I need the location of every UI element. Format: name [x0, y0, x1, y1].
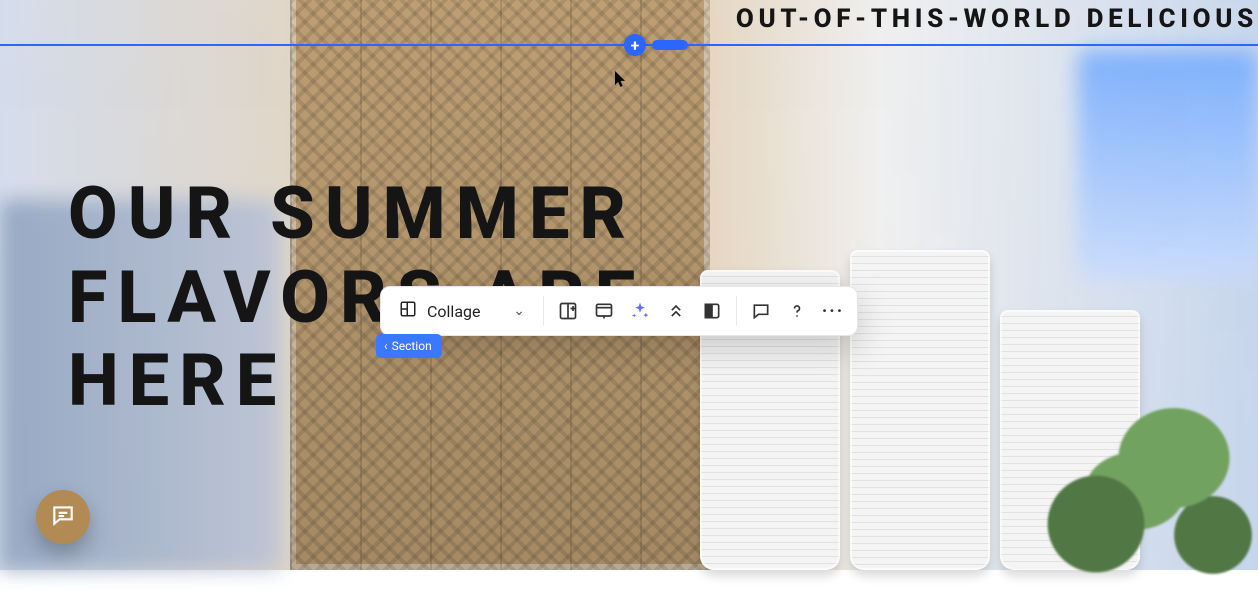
hero-headline-line: HERE	[68, 339, 645, 423]
breadcrumb-label: Section	[392, 339, 432, 353]
chat-icon	[50, 502, 76, 532]
bg-cup-stack	[850, 250, 990, 570]
add-section-button[interactable]: +	[624, 34, 646, 56]
add-column-button[interactable]	[550, 293, 586, 329]
toolbar-divider	[543, 296, 544, 326]
layout-select[interactable]: Collage ⌄	[387, 294, 537, 328]
section-toolbar: Collage ⌄ ···	[380, 286, 858, 336]
cursor-icon	[614, 70, 628, 93]
divider-drag-handle[interactable]	[652, 40, 688, 50]
bg-plant	[1018, 370, 1258, 590]
help-button[interactable]	[779, 293, 815, 329]
ai-sparkle-button[interactable]	[622, 293, 658, 329]
color-button[interactable]	[694, 293, 730, 329]
toolbar-divider	[736, 296, 737, 326]
more-button[interactable]: ···	[815, 293, 851, 329]
layout-select-label: Collage	[427, 302, 481, 321]
move-up-button[interactable]	[658, 293, 694, 329]
chevron-left-icon: ‹	[384, 339, 388, 353]
hero-tagline: OUT-OF-THIS-WORLD DELICIOUS	[736, 4, 1258, 34]
chevron-down-icon: ⌄	[513, 303, 525, 319]
section-breadcrumb[interactable]: ‹ Section	[376, 334, 442, 358]
comment-button[interactable]	[743, 293, 779, 329]
hero-headline-line: OUR SUMMER	[68, 172, 645, 256]
chat-fab[interactable]	[36, 490, 90, 544]
collage-icon	[399, 300, 417, 322]
manage-media-button[interactable]	[586, 293, 622, 329]
